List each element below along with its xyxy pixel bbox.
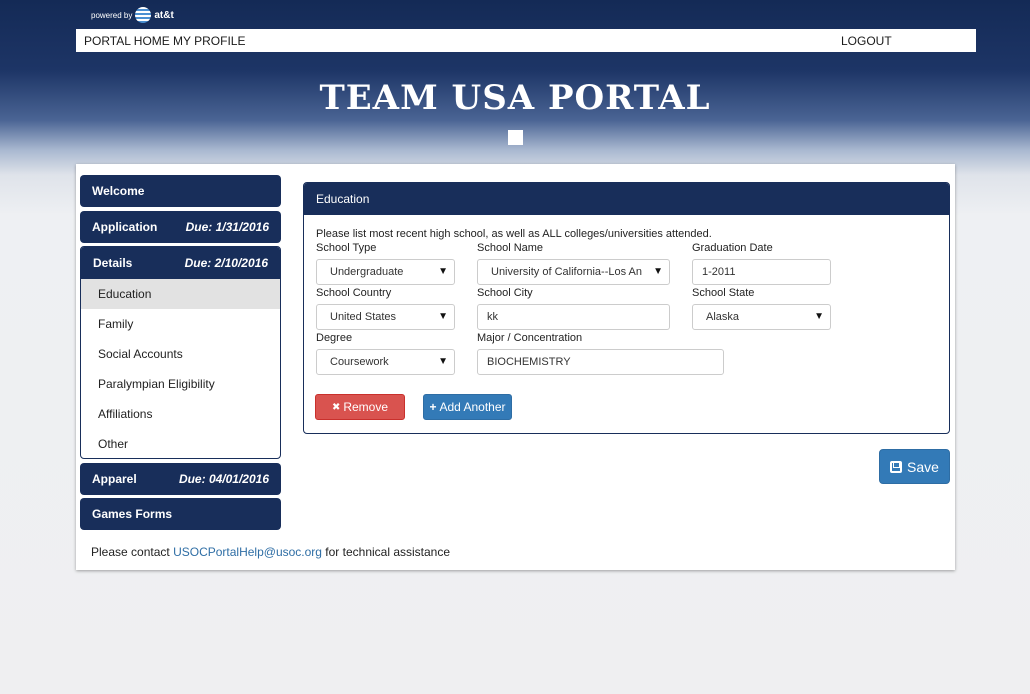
floppy-disk-icon [890, 460, 903, 473]
school-city-label: School City [477, 287, 533, 299]
school-name-value: University of California--Los An [491, 266, 643, 278]
sidebar-item-label: Apparel [92, 472, 137, 486]
sidebar-details-group: Details Due: 2/10/2016 Education Family … [80, 246, 281, 459]
save-button[interactable]: Save [879, 449, 950, 484]
powered-by-att: powered by at&t [91, 7, 174, 23]
school-state-select[interactable]: Alaska ▼ [692, 304, 831, 330]
remove-button[interactable]: ✖ Remove [315, 394, 405, 420]
school-country-select[interactable]: United States ▼ [316, 304, 455, 330]
caret-down-icon: ▼ [653, 266, 663, 277]
att-globe-icon [135, 7, 152, 23]
due-date: Due: 2/10/2016 [184, 256, 268, 270]
major-label: Major / Concentration [477, 332, 583, 344]
school-state-label: School State [692, 287, 755, 299]
top-navigation: PORTAL HOME MY PROFILE LOGOUT [76, 29, 976, 52]
education-instructions: Please list most recent high school, as … [316, 228, 712, 240]
school-type-label: School Type [316, 242, 377, 254]
sidebar-subitem-affiliations[interactable]: Affiliations [81, 399, 280, 429]
school-type-select[interactable]: Undergraduate ▼ [316, 259, 455, 285]
contact-suffix: for technical assistance [321, 545, 451, 559]
caret-down-icon: ▼ [438, 311, 448, 322]
logout-link[interactable]: LOGOUT [841, 34, 892, 48]
education-heading: Education [304, 183, 949, 215]
sidebar-item-games-forms[interactable]: Games Forms [80, 498, 281, 530]
school-country-label: School Country [316, 287, 392, 299]
sidebar-subitem-education[interactable]: Education [81, 279, 280, 309]
school-city-input[interactable]: kk [477, 304, 670, 330]
caret-down-icon: ▼ [438, 356, 448, 367]
add-another-button[interactable]: + Add Another [423, 394, 512, 420]
header-square [508, 130, 523, 145]
sidebar-item-label: Games Forms [92, 507, 173, 521]
school-type-value: Undergraduate [330, 266, 404, 278]
add-another-label: Add Another [439, 400, 506, 414]
school-country-value: United States [330, 311, 397, 323]
powered-by-text: powered by [91, 10, 133, 20]
due-date: Due: 04/01/2016 [178, 472, 269, 486]
x-icon: ✖ [331, 401, 341, 413]
sidebar-subitem-social-accounts[interactable]: Social Accounts [81, 339, 280, 369]
sidebar-item-label: Welcome [92, 184, 145, 198]
school-name-label: School Name [477, 242, 544, 254]
sidebar-subitem-other[interactable]: Other [81, 429, 280, 458]
sidebar-item-label: Details [93, 256, 133, 270]
sidebar-item-details[interactable]: Details Due: 2/10/2016 [81, 247, 280, 279]
major-input[interactable]: BIOCHEMISTRY [477, 349, 724, 375]
main-panel: Welcome Application Due: 1/31/2016 Detai… [76, 164, 955, 570]
sidebar-item-label: Application [92, 220, 158, 234]
due-date: Due: 1/31/2016 [185, 220, 269, 234]
contact-line: Please contact USOCPortalHelp@usoc.org f… [91, 545, 450, 559]
att-text: at&t [154, 9, 174, 21]
school-name-select[interactable]: University of California--Los An ▼ [477, 259, 670, 285]
remove-label: Remove [343, 400, 389, 414]
degree-value: Coursework [330, 356, 389, 368]
support-email-link[interactable]: USOCPortalHelp@usoc.org [173, 545, 322, 559]
degree-select[interactable]: Coursework ▼ [316, 349, 455, 375]
sidebar-item-welcome[interactable]: Welcome [80, 175, 281, 207]
degree-label: Degree [316, 332, 353, 344]
sidebar-item-apparel[interactable]: Apparel Due: 04/01/2016 [80, 463, 281, 495]
save-label: Save [907, 458, 939, 475]
my-profile-link[interactable]: MY PROFILE [173, 34, 245, 48]
graduation-date-input[interactable]: 1-2011 [692, 259, 831, 285]
graduation-date-label: Graduation Date [692, 242, 773, 254]
plus-icon: + [429, 400, 437, 414]
caret-down-icon: ▼ [438, 266, 448, 277]
portal-home-link[interactable]: PORTAL HOME [84, 34, 170, 48]
education-card: Education Please list most recent high s… [303, 182, 950, 434]
contact-prefix: Please contact [91, 545, 174, 559]
caret-down-icon: ▼ [814, 311, 824, 322]
school-state-value: Alaska [706, 311, 740, 323]
sidebar-subitem-family[interactable]: Family [81, 309, 280, 339]
sidebar-item-application[interactable]: Application Due: 1/31/2016 [80, 211, 281, 243]
portal-title: TEAM USA PORTAL [319, 78, 711, 118]
sidebar-subitem-paralympian-eligibility[interactable]: Paralympian Eligibility [81, 369, 280, 399]
